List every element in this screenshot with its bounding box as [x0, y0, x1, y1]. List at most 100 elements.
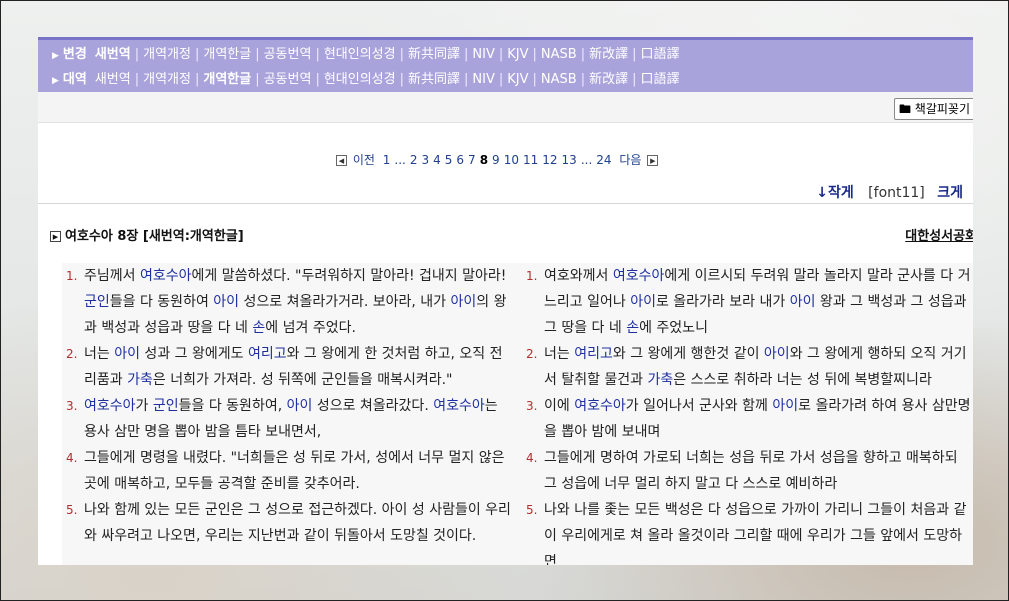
verse-text-segment: 그들에게 명하여 가로되 너희는 성읍 뒤로 가서 성읍을 향하고 매복하되 그… — [544, 450, 958, 492]
dictionary-term-link[interactable]: 여호수아 — [433, 398, 485, 414]
dictionary-term-link[interactable]: 아이 — [630, 294, 656, 310]
page-link[interactable]: 24 — [596, 153, 611, 167]
version-link[interactable]: 新共同譯 — [408, 47, 460, 62]
dictionary-term-link[interactable]: 가축 — [127, 372, 153, 388]
page-link[interactable]: 9 — [492, 153, 500, 167]
page-link[interactable]: 2 — [410, 153, 418, 167]
verse: 4. 그들에게 명령을 내렸다. "너희들은 성 뒤로 가서, 성에서 너무 멀지… — [66, 445, 512, 497]
verse-text-segment: 들을 다 동원하여 — [109, 294, 214, 310]
page-link[interactable]: 4 — [433, 153, 441, 167]
bookmark-label: 책갈피꽂기 — [914, 102, 970, 116]
verse-number: 1. — [526, 269, 538, 283]
page-link[interactable]: 7 — [468, 153, 476, 167]
version-link[interactable]: 새번역 — [95, 72, 131, 87]
nav-row-head: 대역 — [62, 72, 87, 87]
dictionary-term-link[interactable]: 아이 — [287, 398, 313, 414]
verse-number: 2. — [526, 347, 538, 361]
verse-text-segment: 여호와께서 — [544, 268, 613, 284]
version-link[interactable]: 口語譯 — [640, 47, 679, 62]
version-link[interactable]: 현대인의성경 — [324, 72, 396, 87]
nav-separator: | — [498, 47, 504, 62]
dictionary-term-link[interactable]: 여리고 — [248, 346, 287, 362]
version-link[interactable]: NIV — [472, 47, 494, 62]
nav-separator: | — [194, 47, 200, 62]
dictionary-term-link[interactable]: 아이 — [790, 294, 816, 310]
nav-separator: | — [315, 47, 320, 62]
next-page-link[interactable]: 다음 — [619, 153, 641, 167]
dictionary-term-link[interactable]: 여호수아 — [613, 268, 665, 284]
page-link[interactable]: 6 — [456, 153, 464, 167]
right-version-column: 1. 여호와께서 여호수아에게 이르시되 두려워 말라 놀라지 말라 군사를 다 … — [522, 263, 973, 565]
page-link[interactable]: 1 — [383, 153, 391, 167]
dictionary-term-link[interactable]: 아이 — [764, 346, 790, 362]
version-link[interactable]: 개역한글 — [203, 72, 251, 87]
version-link[interactable]: 개역개정 — [143, 72, 191, 87]
verse-text: 주님께서 여호수아에게 말씀하셨다. "두려워하지 말아라! 겁내지 말아라! … — [84, 263, 512, 341]
dictionary-term-link[interactable]: 여리고 — [574, 346, 613, 362]
verse-number: 3. — [66, 399, 78, 413]
version-link[interactable]: 공동번역 — [264, 47, 312, 62]
dictionary-term-link[interactable]: 여호수아 — [84, 398, 136, 414]
dictionary-term-link[interactable]: 여호수아 — [140, 268, 192, 284]
version-link[interactable]: NASB — [541, 47, 577, 62]
font-smaller-button[interactable]: ↓작게 — [816, 185, 854, 201]
verse-text-segment: 성과 그 왕에게도 — [139, 346, 248, 362]
page-link[interactable]: 3 — [421, 153, 429, 167]
dictionary-term-link[interactable]: 아이 — [772, 398, 798, 414]
dictionary-term-link[interactable]: 손 — [626, 320, 639, 336]
version-link[interactable]: 공동번역 — [264, 72, 312, 87]
nav-separator: | — [399, 47, 404, 62]
version-link[interactable]: 개역한글 — [203, 47, 251, 62]
nav-separator: | — [399, 72, 404, 87]
font-size-display: [font11] — [868, 185, 925, 201]
dictionary-term-link[interactable]: 손 — [252, 320, 265, 336]
version-link[interactable]: KJV — [507, 47, 528, 62]
dictionary-term-link[interactable]: 아이 — [114, 346, 140, 362]
toolbar: 🖿 책갈피꽂기 — [38, 92, 973, 123]
version-link[interactable]: 新改譯 — [589, 72, 628, 87]
verse-number: 4. — [526, 451, 538, 465]
version-link[interactable]: 新改譯 — [589, 47, 628, 62]
page-link[interactable]: 11 — [523, 153, 538, 167]
version-link[interactable]: 현대인의성경 — [324, 47, 396, 62]
page-link[interactable]: 13 — [562, 153, 577, 167]
version-link[interactable]: 口語譯 — [640, 72, 679, 87]
dictionary-term-link[interactable]: 군인 — [153, 398, 179, 414]
window-frame: ▶ 변경 새번역 | 개역개정 | 개역한글 | 공동번역 | 현대인의성경 | 新共同譯 | NIV | KJ… — [0, 0, 1009, 601]
dictionary-term-link[interactable]: 아이 — [451, 294, 477, 310]
version-link[interactable]: KJV — [507, 72, 528, 87]
page-link[interactable]: 5 — [445, 153, 453, 167]
dictionary-term-link[interactable]: 가축 — [648, 372, 674, 388]
bookmark-icon: 🖿 — [898, 102, 911, 116]
version-link[interactable]: 새번역 — [95, 47, 131, 62]
verse: 5. 나와 함께 있는 모든 군인은 그 성으로 접근하겠다. 아이 성 사람들이… — [66, 497, 512, 549]
verse-text-segment: 성으로 쳐올라가거라. 보아라, 내가 — [239, 294, 451, 310]
dictionary-term-link[interactable]: 아이 — [213, 294, 239, 310]
chapter-title-text: 여호수아 8장 [새번역:개역한글] — [65, 229, 244, 244]
nav-separator: | — [255, 72, 260, 87]
version-link[interactable]: 개역개정 — [143, 47, 191, 62]
version-link[interactable]: 新共同譯 — [408, 72, 460, 87]
bible-society-link[interactable]: 대한성서공회 — [905, 225, 973, 244]
prev-arrow-icon[interactable]: ◀ — [336, 155, 347, 166]
verse-text-segment: 나와 나를 좇는 모든 백성은 다 성읍으로 가까이 가리니 그들이 처음과 같… — [544, 502, 967, 565]
nav-separator: | — [464, 72, 469, 87]
prev-page-link[interactable]: 이전 — [353, 153, 375, 167]
dictionary-term-link[interactable]: 군인 — [84, 294, 110, 310]
page-link[interactable]: 12 — [542, 153, 557, 167]
verse-number: 4. — [66, 451, 78, 465]
bookmark-button[interactable]: 🖿 책갈피꽂기 — [893, 98, 973, 120]
page-link[interactable]: 8 — [480, 153, 488, 167]
dictionary-term-link[interactable]: 여호수아 — [574, 398, 626, 414]
verse-number: 1. — [66, 269, 78, 283]
verse-text: 너는 여리고와 그 왕에게 행한것 같이 아이와 그 왕에게 행하되 오직 거기… — [544, 341, 972, 393]
version-link[interactable]: NIV — [472, 72, 494, 87]
font-larger-button[interactable]: 크게 — [937, 185, 963, 201]
page-link[interactable]: 10 — [504, 153, 519, 167]
chapter-title: ▶ 여호수아 8장 [새번역:개역한글] — [50, 225, 244, 244]
nav-separator: | — [194, 72, 200, 87]
nav-row-change: ▶ 변경 새번역 | 개역개정 | 개역한글 | 공동번역 | 현대인의성경 | 新共同譯 | NIV | KJ… — [52, 42, 973, 67]
verse: 1. 여호와께서 여호수아에게 이르시되 두려워 말라 놀라지 말라 군사를 다 … — [526, 263, 972, 341]
version-link[interactable]: NASB — [541, 72, 577, 87]
next-arrow-icon[interactable]: ▶ — [647, 155, 659, 166]
